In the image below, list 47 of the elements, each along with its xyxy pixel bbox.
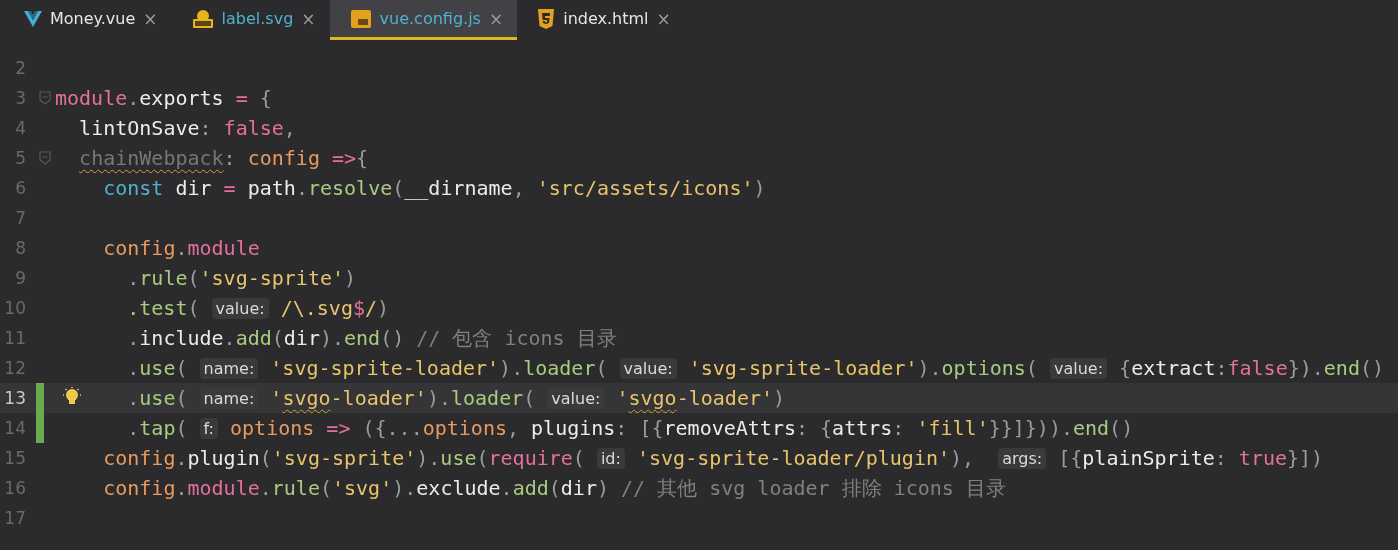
svg-file-icon: [191, 8, 214, 29]
line-number: 12: [3, 358, 26, 378]
line-number: 3: [14, 88, 26, 108]
html5-icon: [537, 8, 556, 29]
code-text: module.exports = {: [55, 86, 272, 110]
code-text: .test( value: /\.svg$/): [127, 296, 390, 320]
line-number: 9: [14, 268, 26, 288]
code-text: .use( name: 'svgo-loader').loader( value: 'svgo-loader'): [127, 386, 786, 410]
code-text: lintOnSave: false,: [79, 116, 296, 140]
line-number: 17: [3, 508, 26, 528]
line-number: 10: [3, 298, 26, 318]
code-text: config.module.rule('svg').exclude.add(dir) // 其他 svg loader 排除 icons 目录: [103, 474, 1006, 502]
tab-label: index.html: [563, 9, 649, 28]
code-text: chainWebpack: config =>{: [79, 146, 369, 170]
js-file-icon: [349, 8, 372, 29]
file-tab[interactable]: index.html ×: [517, 0, 685, 40]
code-text: .rule('svg-sprite'): [127, 266, 357, 290]
tab-label: label.svg: [221, 9, 294, 28]
close-icon[interactable]: ×: [301, 8, 316, 29]
line-number: 8: [14, 238, 26, 258]
code-text: .use( name: 'svg-sprite-loader').loader( value: 'svg-sprite-loader').options( value: {extract:false}).end(): [127, 356, 1385, 380]
line-number: 7: [14, 208, 26, 228]
line-number: 5: [14, 148, 26, 168]
tab-label: vue.config.js: [379, 9, 481, 28]
tab-label: Money.vue: [50, 9, 136, 28]
line-number: 14: [3, 418, 26, 438]
code-text: const dir = path.resolve(__dirname, 'src/assets/icons'): [103, 176, 766, 200]
line-number: 11: [3, 328, 26, 348]
file-tab[interactable]: vue.config.js ×: [329, 0, 518, 40]
code-text: .include.add(dir).end() // 包含 icons 目录: [127, 324, 617, 352]
close-icon[interactable]: ×: [656, 8, 671, 29]
line-number: 13: [3, 388, 26, 408]
file-tab[interactable]: Money.vue ×: [4, 0, 172, 40]
close-icon[interactable]: ×: [488, 8, 504, 29]
close-icon[interactable]: ×: [143, 8, 158, 29]
fold-icon[interactable]: [39, 151, 51, 165]
line-number: 15: [3, 448, 26, 468]
fold-icon[interactable]: [39, 91, 51, 105]
code-text: .tap( f: options => ({...options, plugins: [{removeAttrs: {attrs: 'fill'}}]})).end(): [127, 416, 1134, 440]
code-text: config.module: [103, 236, 260, 260]
code-text: config.plugin('svg-sprite').use(require( id: 'svg-sprite-loader/plugin'), args: [{plainSprite: true}]): [103, 446, 1324, 470]
line-number: 2: [14, 58, 26, 78]
line-number: 6: [14, 178, 26, 198]
vue-logo-icon: [24, 10, 42, 27]
file-tab[interactable]: label.svg ×: [171, 0, 330, 40]
line-number: 4: [14, 118, 26, 138]
line-number: 16: [3, 478, 26, 498]
